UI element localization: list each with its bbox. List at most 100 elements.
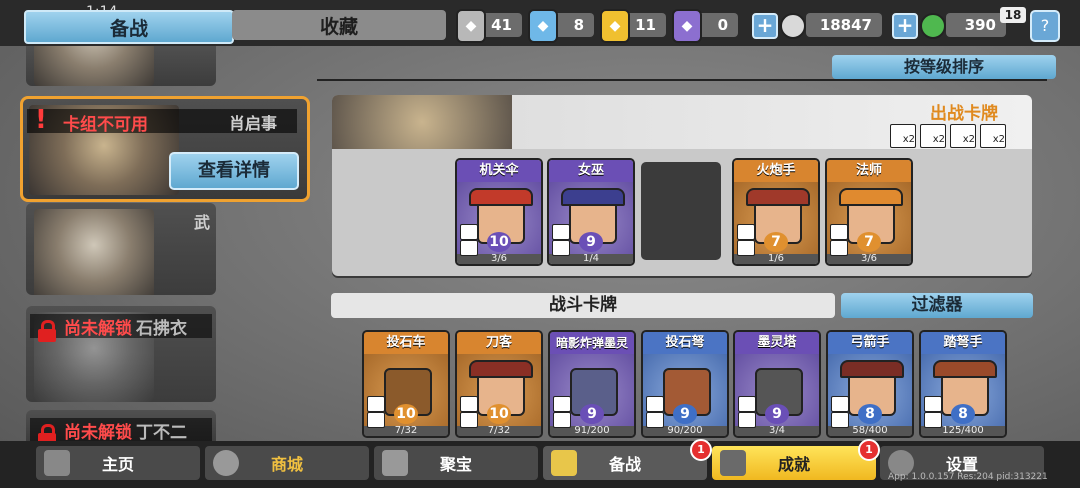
helmet-icon: x2 bbox=[920, 124, 946, 148]
deck-item[interactable]: 武 bbox=[26, 203, 216, 295]
battle-card[interactable]: 投石车 10 7/32 bbox=[362, 330, 450, 438]
deck-card[interactable]: 法师 7 3/6 bbox=[825, 158, 913, 266]
sword-icon: x2 bbox=[890, 124, 916, 148]
card-art: 9 bbox=[643, 354, 727, 428]
nav-home[interactable]: 主页 bbox=[36, 446, 200, 480]
nav-treasure[interactable]: 聚宝 bbox=[374, 446, 538, 480]
sword-icon bbox=[553, 396, 571, 412]
app-version: App: 1.0.0.157 Res:204 pid:313221 bbox=[888, 472, 1048, 482]
empty-card-slot[interactable] bbox=[641, 162, 721, 260]
view-details-button[interactable]: 查看详情 bbox=[169, 152, 299, 190]
wall-icon bbox=[738, 396, 756, 412]
unit-icon bbox=[831, 412, 849, 428]
card-level: 10 bbox=[394, 404, 418, 424]
resource-blue-shield: ◆ 8 bbox=[528, 9, 594, 43]
coins-icon bbox=[213, 450, 239, 476]
deck-status-text: 卡组不可用 bbox=[63, 115, 148, 135]
unit-icon bbox=[830, 240, 848, 256]
card-art: 8 bbox=[921, 354, 1005, 428]
silver-shield-icon: ◆ bbox=[456, 9, 486, 43]
hat-icon: x2 bbox=[980, 124, 1006, 148]
deck-card[interactable]: 机关伞 10 3/6 bbox=[455, 158, 543, 266]
nav-prepare[interactable]: 备战 bbox=[543, 446, 707, 480]
battle-cards-label: 战斗卡牌 bbox=[331, 293, 835, 318]
multiplier-row: x2 x2 x2 x2 bbox=[890, 124, 1006, 148]
treasure-icon bbox=[382, 450, 408, 476]
add-jade-button[interactable]: + bbox=[892, 13, 918, 39]
sort-by-level-button[interactable]: 按等级排序 bbox=[832, 55, 1056, 79]
card-art: 9 bbox=[550, 354, 634, 428]
deck-name: 石拂衣 bbox=[136, 318, 187, 339]
battle-card[interactable]: 踏弩手 8 125/400 bbox=[919, 330, 1007, 438]
card-art: 10 bbox=[457, 354, 541, 428]
warning-icon: ! bbox=[35, 105, 47, 135]
tab-prepare[interactable]: 备战 bbox=[24, 10, 234, 44]
unit-icon bbox=[737, 240, 755, 256]
deck-card[interactable]: 火炮手 7 1/6 bbox=[732, 158, 820, 266]
card-name: 暗影炸弹墨灵 bbox=[550, 332, 634, 354]
deck-name: 肖启事 bbox=[229, 114, 278, 133]
card-art: 9 bbox=[549, 182, 633, 256]
deck-panel-title: 出战卡牌 bbox=[930, 104, 998, 124]
card-art: 10 bbox=[364, 354, 448, 428]
notification-badge: 1 bbox=[858, 439, 880, 461]
card-name: 踏弩手 bbox=[921, 332, 1005, 354]
resource-silver-shield: ◆ 41 bbox=[456, 9, 522, 43]
level-badge: 18 bbox=[1000, 7, 1026, 23]
notification-badge: 1 bbox=[690, 439, 712, 461]
jade-coin-icon bbox=[920, 13, 946, 39]
deck-partial[interactable] bbox=[26, 46, 216, 86]
card-name: 投石车 bbox=[364, 332, 448, 354]
card-level: 10 bbox=[487, 404, 511, 424]
battle-card[interactable]: 投石弩 9 90/200 bbox=[641, 330, 729, 438]
unit-icon bbox=[552, 240, 570, 256]
card-name: 女巫 bbox=[549, 160, 633, 182]
resource-purple-mask: ◆ 0 bbox=[672, 9, 738, 43]
filter-button[interactable]: 过滤器 bbox=[841, 293, 1033, 318]
temple-icon bbox=[44, 450, 70, 476]
card-level: 9 bbox=[580, 404, 604, 424]
card-art: 7 bbox=[734, 182, 818, 256]
silver-coin-icon bbox=[780, 13, 806, 39]
add-silver-button[interactable]: + bbox=[752, 13, 778, 39]
card-name: 火炮手 bbox=[734, 160, 818, 182]
unit-icon bbox=[460, 412, 478, 428]
gear-icon bbox=[367, 396, 385, 412]
silver-coin-count: 18847 bbox=[806, 13, 882, 37]
card-level: 9 bbox=[673, 404, 697, 424]
deck-card[interactable]: 女巫 9 1/4 bbox=[547, 158, 635, 266]
jade-coin-count: 390 bbox=[946, 13, 1006, 37]
deck-selected[interactable]: ! 卡组不可用 肖启事 查看详情 bbox=[20, 96, 310, 202]
gold-shield-icon: ◆ bbox=[600, 9, 630, 43]
weapon-icon bbox=[460, 224, 478, 240]
blue-gem-shield-icon: ◆ bbox=[528, 9, 558, 43]
battle-card[interactable]: 墨灵塔 9 3/4 bbox=[733, 330, 821, 438]
deck-item-locked[interactable]: 尚未解锁 丁不二 bbox=[26, 410, 216, 442]
card-art: 10 bbox=[457, 182, 541, 256]
bow-icon bbox=[924, 396, 942, 412]
tab-collection[interactable]: 收藏 bbox=[232, 10, 446, 40]
unit-icon bbox=[738, 412, 756, 428]
battle-card[interactable]: 刀客 10 7/32 bbox=[455, 330, 543, 438]
unit-icon bbox=[460, 240, 478, 256]
bow-icon bbox=[831, 396, 849, 412]
nav-shop[interactable]: 商城 bbox=[205, 446, 369, 480]
deck-item-locked[interactable]: 尚未解锁 石拂衣 bbox=[26, 306, 216, 402]
purple-mask-icon: ◆ bbox=[672, 9, 702, 43]
battle-card[interactable]: 暗影炸弹墨灵 9 91/200 bbox=[548, 330, 636, 438]
grid-icon bbox=[720, 450, 746, 476]
lock-icon bbox=[38, 320, 56, 342]
card-name: 弓箭手 bbox=[828, 332, 912, 354]
divider bbox=[317, 79, 1047, 81]
weapon-icon bbox=[737, 224, 755, 240]
deck-status-bar: 尚未解锁 丁不二 bbox=[30, 418, 212, 442]
card-name: 墨灵塔 bbox=[735, 332, 819, 354]
deck-portrait bbox=[34, 209, 154, 295]
lock-icon bbox=[38, 424, 56, 442]
wall-icon bbox=[646, 396, 664, 412]
nav-achievement[interactable]: 成就 bbox=[712, 446, 876, 480]
card-level: 8 bbox=[951, 404, 975, 424]
battle-card[interactable]: 弓箭手 8 58/400 bbox=[826, 330, 914, 438]
help-icon[interactable]: ? bbox=[1030, 10, 1060, 42]
unit-icon bbox=[924, 412, 942, 428]
